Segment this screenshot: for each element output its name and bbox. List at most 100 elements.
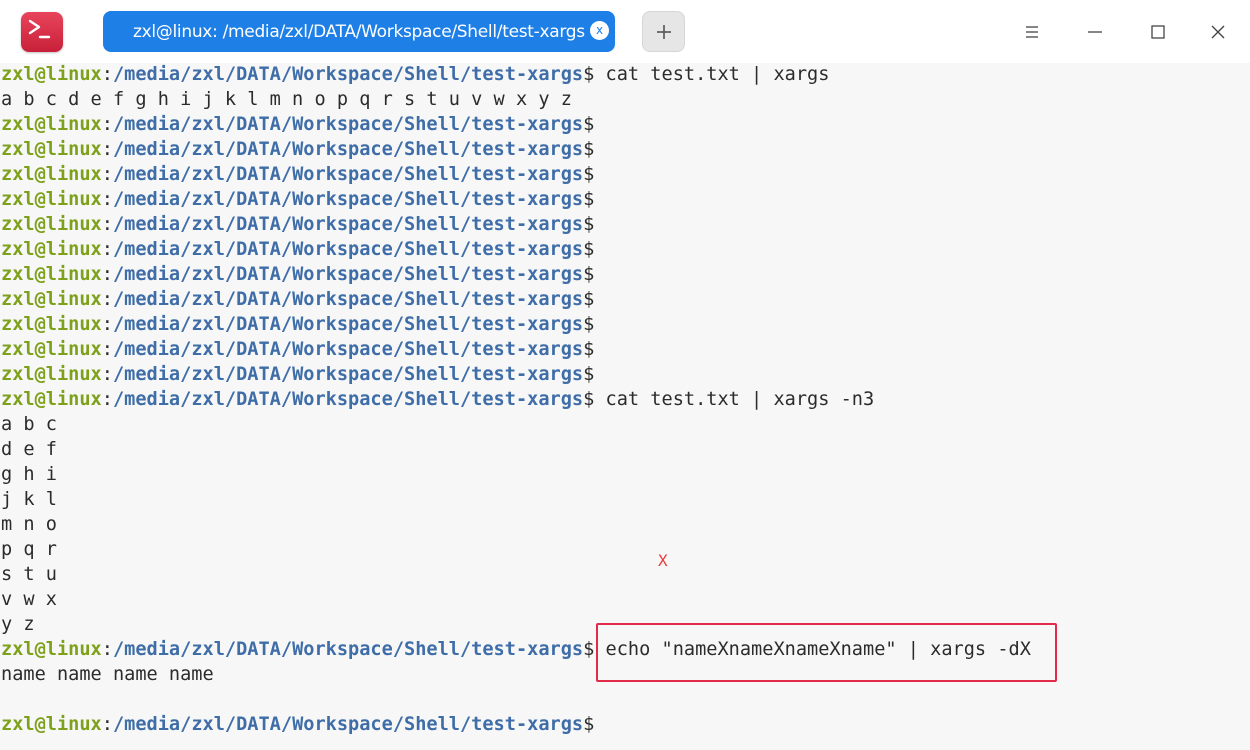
prompt-line: zxl@linux:/media/zxl/DATA/Workspace/Shel… [1, 312, 594, 337]
prompt-path: /media/zxl/DATA/Workspace/Shell/test-xar… [112, 314, 584, 335]
terminal-icon[interactable] [21, 12, 63, 52]
output-line: m n o [1, 514, 57, 535]
prompt-dollar: $ [583, 139, 595, 160]
prompt-dollar: $ [583, 239, 595, 260]
plus-icon [656, 24, 671, 39]
output-line: a b c d e f g h i j k l m n o p q r s t … [1, 89, 572, 110]
output-line: y z [1, 614, 35, 635]
prompt-path: /media/zxl/DATA/Workspace/Shell/test-xar… [112, 64, 584, 85]
prompt-path: /media/zxl/DATA/Workspace/Shell/test-xar… [112, 189, 584, 210]
prompt-colon: : [101, 114, 113, 135]
prompt-colon: : [101, 264, 113, 285]
prompt-line: zxl@linux:/media/zxl/DATA/Workspace/Shel… [1, 137, 594, 162]
prompt-path: /media/zxl/DATA/Workspace/Shell/test-xar… [112, 264, 584, 285]
prompt-user: zxl@linux [1, 339, 102, 360]
tab-title: zxl@linux: /media/zxl/DATA/Workspace/She… [133, 22, 585, 42]
close-button[interactable] [1198, 12, 1238, 52]
output-line: j k l [1, 489, 57, 510]
highlight-box [596, 623, 1057, 682]
output-line: a b c [1, 414, 57, 435]
output-line: g h i [1, 464, 57, 485]
prompt-colon: : [101, 339, 113, 360]
prompt-colon: : [101, 139, 113, 160]
prompt-line: zxl@linux:/media/zxl/DATA/Workspace/Shel… [1, 337, 594, 362]
prompt-user: zxl@linux [1, 239, 102, 260]
prompt-line: zxl@linux:/media/zxl/DATA/Workspace/Shel… [1, 237, 594, 262]
prompt-path: /media/zxl/DATA/Workspace/Shell/test-xar… [112, 639, 584, 660]
prompt-dollar: $ [583, 714, 595, 735]
prompt-line: zxl@linux:/media/zxl/DATA/Workspace/Shel… [1, 187, 594, 212]
prompt-user: zxl@linux [1, 214, 102, 235]
cursor-marker: X [658, 551, 668, 570]
output-line: d e f [1, 439, 57, 460]
prompt-user: zxl@linux [1, 189, 102, 210]
prompt-colon: : [101, 189, 113, 210]
prompt-colon: : [101, 64, 113, 85]
prompt-colon: : [101, 639, 113, 660]
prompt-line: zxl@linux:/media/zxl/DATA/Workspace/Shel… [1, 712, 594, 737]
prompt-dollar: $ [583, 264, 595, 285]
prompt-colon: : [101, 714, 113, 735]
new-tab-button[interactable] [642, 11, 685, 52]
prompt-line: zxl@linux:/media/zxl/DATA/Workspace/Shel… [1, 387, 874, 412]
prompt-path: /media/zxl/DATA/Workspace/Shell/test-xar… [112, 389, 584, 410]
prompt-dollar: $ [583, 64, 595, 85]
prompt-dollar: $ [583, 189, 595, 210]
prompt-line: zxl@linux:/media/zxl/DATA/Workspace/Shel… [1, 262, 594, 287]
prompt-user: zxl@linux [1, 139, 102, 160]
prompt-line: zxl@linux:/media/zxl/DATA/Workspace/Shel… [1, 362, 594, 387]
minimize-icon [1088, 31, 1102, 33]
output-line: v w x [1, 589, 57, 610]
minimize-button[interactable] [1075, 12, 1115, 52]
prompt-path: /media/zxl/DATA/Workspace/Shell/test-xar… [112, 214, 584, 235]
prompt-colon: : [101, 214, 113, 235]
prompt-user: zxl@linux [1, 64, 102, 85]
prompt-colon: : [101, 389, 113, 410]
prompt-user: zxl@linux [1, 289, 102, 310]
tab-terminal-session[interactable]: zxl@linux: /media/zxl/DATA/Workspace/She… [103, 11, 615, 52]
maximize-icon [1151, 25, 1165, 39]
prompt-dollar: $ [583, 289, 595, 310]
output-line: name name name name [1, 664, 214, 685]
prompt-user: zxl@linux [1, 389, 102, 410]
tab-close-button[interactable]: x [590, 21, 609, 40]
output-line: p q r [1, 539, 57, 560]
prompt-dollar: $ [583, 164, 595, 185]
prompt-path: /media/zxl/DATA/Workspace/Shell/test-xar… [112, 139, 584, 160]
prompt-user: zxl@linux [1, 364, 102, 385]
menu-button[interactable] [1012, 12, 1052, 52]
command-text: cat test.txt | xargs -n3 [594, 389, 875, 410]
prompt-colon: : [101, 364, 113, 385]
prompt-line: zxl@linux:/media/zxl/DATA/Workspace/Shel… [1, 62, 829, 87]
prompt-user: zxl@linux [1, 114, 102, 135]
prompt-colon: : [101, 164, 113, 185]
prompt-path: /media/zxl/DATA/Workspace/Shell/test-xar… [112, 239, 584, 260]
prompt-line: zxl@linux:/media/zxl/DATA/Workspace/Shel… [1, 162, 594, 187]
prompt-dollar: $ [583, 639, 595, 660]
close-icon [1211, 25, 1225, 39]
hamburger-menu-icon [1026, 26, 1038, 38]
prompt-user: zxl@linux [1, 164, 102, 185]
prompt-dollar: $ [583, 364, 595, 385]
prompt-colon: : [101, 289, 113, 310]
prompt-path: /media/zxl/DATA/Workspace/Shell/test-xar… [112, 114, 584, 135]
prompt-path: /media/zxl/DATA/Workspace/Shell/test-xar… [112, 714, 584, 735]
prompt-path: /media/zxl/DATA/Workspace/Shell/test-xar… [112, 364, 584, 385]
prompt-line: zxl@linux:/media/zxl/DATA/Workspace/Shel… [1, 212, 594, 237]
title-bar: zxl@linux: /media/zxl/DATA/Workspace/She… [0, 0, 1250, 63]
prompt-line: zxl@linux:/media/zxl/DATA/Workspace/Shel… [1, 112, 594, 137]
prompt-dollar: $ [583, 389, 595, 410]
prompt-dollar: $ [583, 339, 595, 360]
prompt-line: zxl@linux:/media/zxl/DATA/Workspace/Shel… [1, 287, 594, 312]
command-text: cat test.txt | xargs [594, 64, 830, 85]
terminal-window: zxl@linux: /media/zxl/DATA/Workspace/She… [0, 0, 1250, 750]
prompt-colon: : [101, 314, 113, 335]
prompt-dollar: $ [583, 214, 595, 235]
output-line: s t u [1, 564, 57, 585]
maximize-button[interactable] [1138, 12, 1178, 52]
prompt-path: /media/zxl/DATA/Workspace/Shell/test-xar… [112, 289, 584, 310]
prompt-dollar: $ [583, 314, 595, 335]
prompt-user: zxl@linux [1, 314, 102, 335]
prompt-user: zxl@linux [1, 639, 102, 660]
prompt-path: /media/zxl/DATA/Workspace/Shell/test-xar… [112, 339, 584, 360]
